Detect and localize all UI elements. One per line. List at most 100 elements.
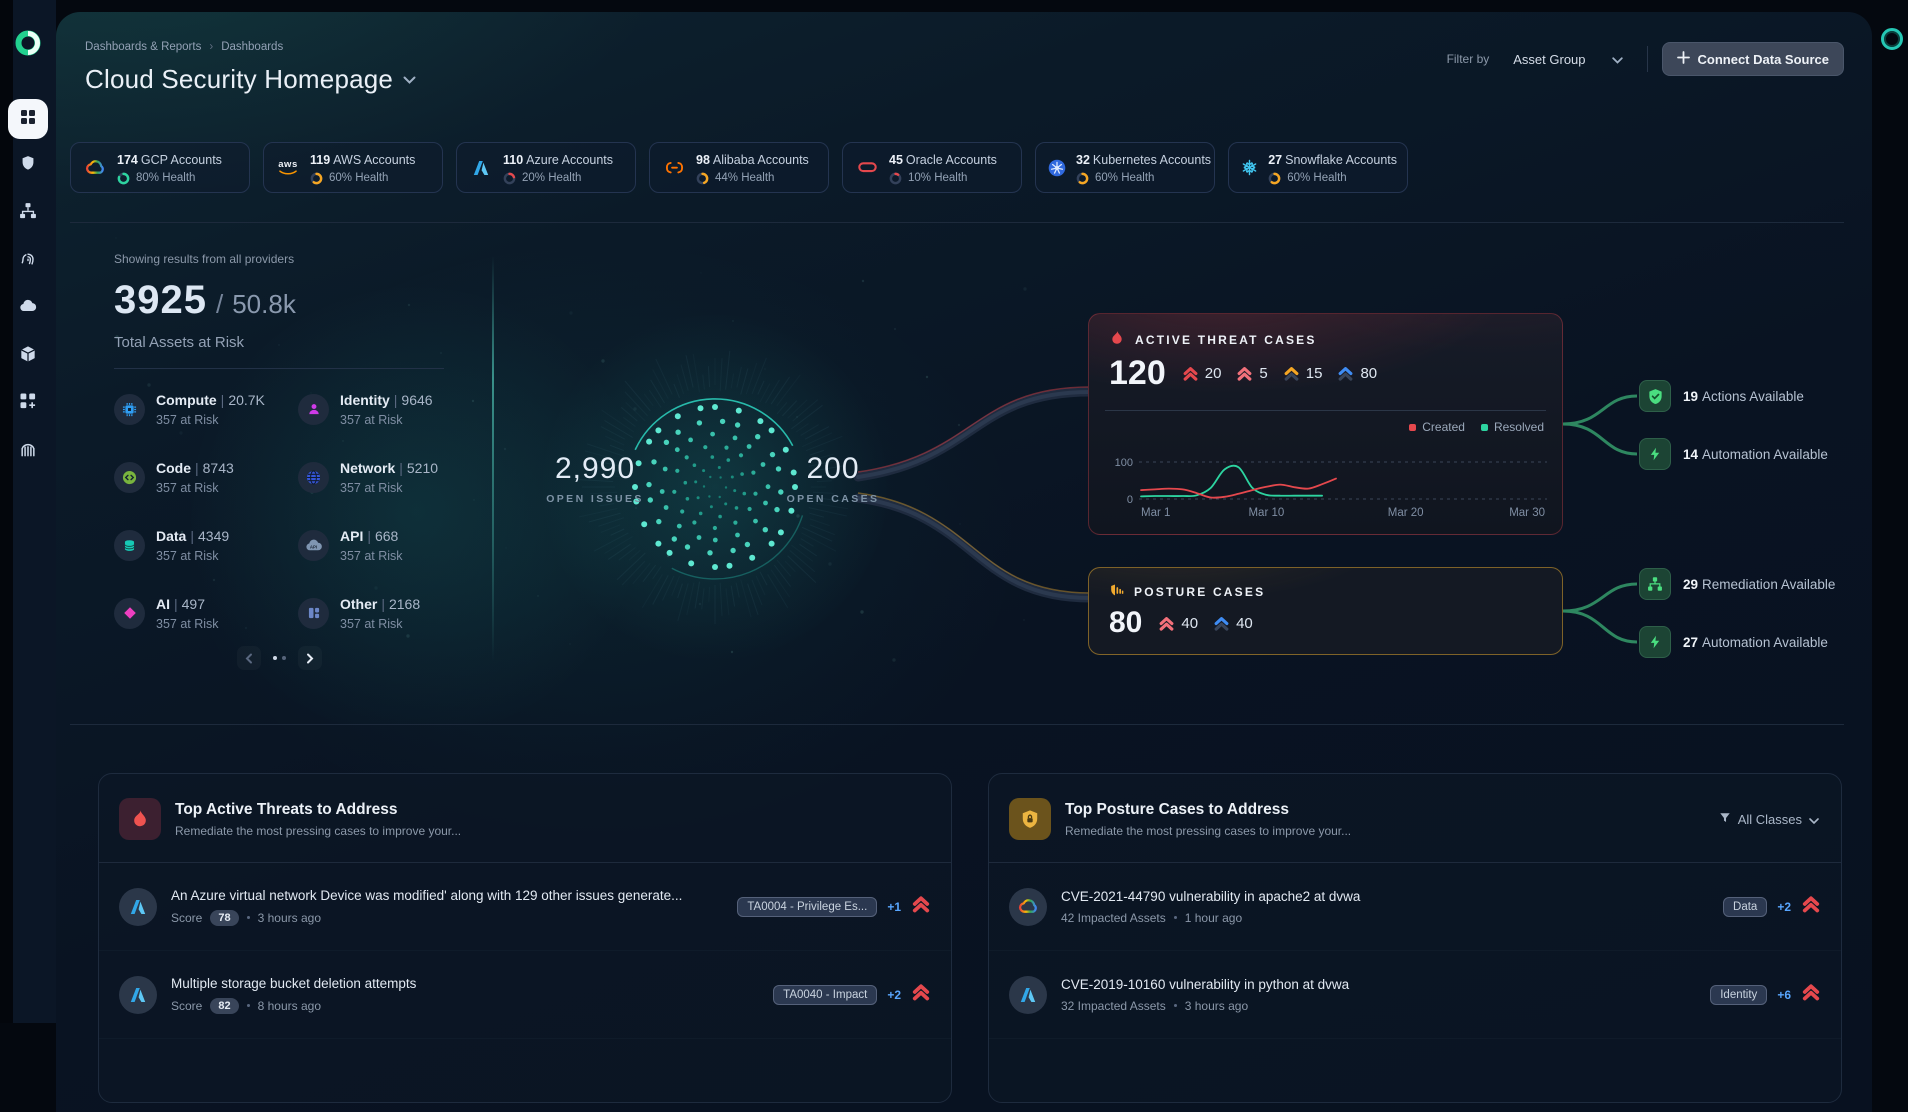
posture-row[interactable]: CVE-2021-44790 vulnerability in apache2 … [989, 863, 1841, 951]
category-tag[interactable]: Data [1723, 897, 1767, 917]
provider-account-card-azure[interactable]: 110Azure Accounts 20% Health [456, 142, 636, 193]
provider-account-card-alibaba[interactable]: 98Alibaba Accounts 44% Health [649, 142, 829, 193]
category-tag[interactable]: TA0040 - Impact [773, 985, 877, 1005]
health-indicator: 60% Health [310, 172, 415, 185]
flame-icon [119, 798, 161, 840]
action-node-remediation-available[interactable]: 29Remediation Available [1639, 567, 1835, 601]
sidebar-item-workflows[interactable] [8, 193, 48, 233]
asset-category-network[interactable]: Network|5210 357 at Risk [298, 455, 494, 499]
asset-category-other[interactable]: Other|2168 357 at Risk [298, 591, 494, 635]
azure-icon [119, 888, 157, 926]
more-tags-count[interactable]: +2 [1777, 900, 1791, 914]
health-indicator: 60% Health [1268, 172, 1397, 185]
vertical-divider [492, 256, 494, 662]
provider-account-card-snowflake[interactable]: 27Snowflake Accounts 60% Health [1228, 142, 1408, 193]
flame-icon [1109, 330, 1125, 349]
category-tag[interactable]: Identity [1710, 985, 1767, 1005]
svg-text:Mar 10: Mar 10 [1248, 507, 1284, 519]
connect-data-source-button[interactable]: Connect Data Source [1662, 42, 1844, 76]
orca-logo[interactable] [13, 28, 43, 58]
sidebar-item-dashboards[interactable] [8, 99, 48, 139]
stat-divider [114, 368, 444, 369]
topbar-divider [1647, 46, 1648, 72]
marketplace-icon [18, 439, 38, 464]
provider-account-card-kubernetes[interactable]: 32Kubernetes Accounts 60% Health [1035, 142, 1215, 193]
all-classes-filter[interactable]: All Classes [1719, 812, 1819, 827]
breadcrumb-separator: › [209, 41, 213, 53]
panel-subtitle: Remediate the most pressing cases to imp… [1065, 824, 1351, 838]
action-node-automation-available[interactable]: 27Automation Available [1639, 625, 1828, 659]
posture-cases-count: 80 [1109, 606, 1142, 640]
at-risk-count: 357 at Risk [156, 549, 229, 563]
category-tag[interactable]: TA0004 - Privilege Es... [737, 897, 877, 917]
provider-account-card-gcp[interactable]: 174GCP Accounts 80% Health [70, 142, 250, 193]
at-risk-count: 357 at Risk [340, 413, 433, 427]
at-risk-count: 357 at Risk [156, 481, 234, 495]
cloud-icon [18, 296, 38, 321]
pager-dots [273, 656, 286, 660]
svg-text:Mar 20: Mar 20 [1388, 507, 1424, 519]
breadcrumb-dashboards[interactable]: Dashboards [221, 41, 283, 53]
asset-category-code[interactable]: Code|8743 357 at Risk [114, 455, 298, 499]
assets-at-risk-caption: Total Assets at Risk [114, 334, 244, 351]
sidebar-item-inventory[interactable] [8, 336, 48, 376]
action-node-automation-available[interactable]: 14Automation Available [1639, 437, 1828, 471]
fingerprint-icon [18, 249, 38, 274]
threat-severity-breakdown: 2051580 [1182, 365, 1377, 382]
code-icon [114, 462, 145, 493]
pager-next-button[interactable] [298, 646, 322, 670]
pager-dot[interactable] [273, 656, 277, 660]
asset-category-compute[interactable]: Compute|20.7K 357 at Risk [114, 387, 298, 431]
bolt-icon [1639, 438, 1671, 470]
asset-group-value: Asset Group [1513, 52, 1585, 67]
sidebar-item-cloud[interactable] [8, 288, 48, 328]
page-title: Cloud Security Homepage [85, 64, 393, 95]
provider-account-card-oracle[interactable]: 45Oracle Accounts 10% Health [842, 142, 1022, 193]
more-tags-count[interactable]: +2 [887, 988, 901, 1002]
at-risk-count: 357 at Risk [340, 617, 420, 631]
title-chevron-down-icon[interactable] [403, 71, 416, 89]
sidebar-item-identity[interactable] [8, 241, 48, 281]
sidebar-item-marketplace[interactable] [8, 431, 48, 471]
dashboards-icon [18, 107, 38, 132]
top-posture-cases-panel: Top Posture Cases to Address Remediate t… [988, 773, 1842, 1103]
pager-prev-button[interactable] [237, 646, 261, 670]
main-panel: Dashboards & Reports › Dashboards Cloud … [56, 12, 1872, 1112]
more-tags-count[interactable]: +1 [887, 900, 901, 914]
posture-row[interactable]: CVE-2019-10160 vulnerability in python a… [989, 951, 1841, 1039]
pager-dot[interactable] [282, 656, 286, 660]
critical-severity-icon [1801, 982, 1821, 1007]
at-risk-count: 357 at Risk [340, 481, 438, 495]
account-avatar[interactable] [1881, 28, 1903, 50]
score-badge: 82 [210, 998, 238, 1014]
health-indicator: 44% Health [696, 172, 809, 185]
severity-count: 40 [1213, 615, 1253, 632]
asset-category-data[interactable]: Data|4349 357 at Risk [114, 523, 298, 567]
assets-total-value: 50.8k [232, 289, 296, 320]
threat-row[interactable]: Multiple storage bucket deletion attempt… [99, 951, 951, 1039]
sidebar-item-security[interactable] [8, 146, 48, 186]
case-title: Multiple storage bucket deletion attempt… [171, 976, 759, 991]
threat-row[interactable]: An Azure virtual network Device was modi… [99, 863, 951, 951]
posture-cases-card[interactable]: POSTURE CASES 80 40 40 [1088, 567, 1563, 655]
asset-group-dropdown[interactable]: Asset Group [1503, 46, 1632, 73]
breadcrumb: Dashboards & Reports › Dashboards [85, 41, 283, 53]
threat-cases-count: 120 [1109, 354, 1166, 393]
breadcrumb-dashboards-reports[interactable]: Dashboards & Reports [85, 41, 201, 53]
action-node-actions-available[interactable]: 19Actions Available [1639, 379, 1804, 413]
provider-account-card-aws[interactable]: aws 119AWS Accounts 60% Health [263, 142, 443, 193]
ai-icon [114, 598, 145, 629]
asset-category-ai[interactable]: AI|497 357 at Risk [114, 591, 298, 635]
api-icon: API [298, 530, 329, 561]
posture-card-title: POSTURE CASES [1134, 585, 1265, 599]
asset-category-identity[interactable]: Identity|9646 357 at Risk [298, 387, 494, 431]
active-threat-cases-card[interactable]: ACTIVE THREAT CASES 120 2051580 CreatedR… [1088, 313, 1563, 535]
severity-count: 40 [1158, 615, 1198, 632]
assets-at-risk-value: 3925 [114, 278, 207, 323]
alibaba-icon [662, 161, 686, 174]
asset-category-api[interactable]: API API|668 357 at Risk [298, 523, 494, 567]
sidebar-item-integrations[interactable] [8, 383, 48, 423]
shield-icon [18, 154, 38, 179]
workflow-icon [18, 201, 38, 226]
more-tags-count[interactable]: +6 [1777, 988, 1791, 1002]
